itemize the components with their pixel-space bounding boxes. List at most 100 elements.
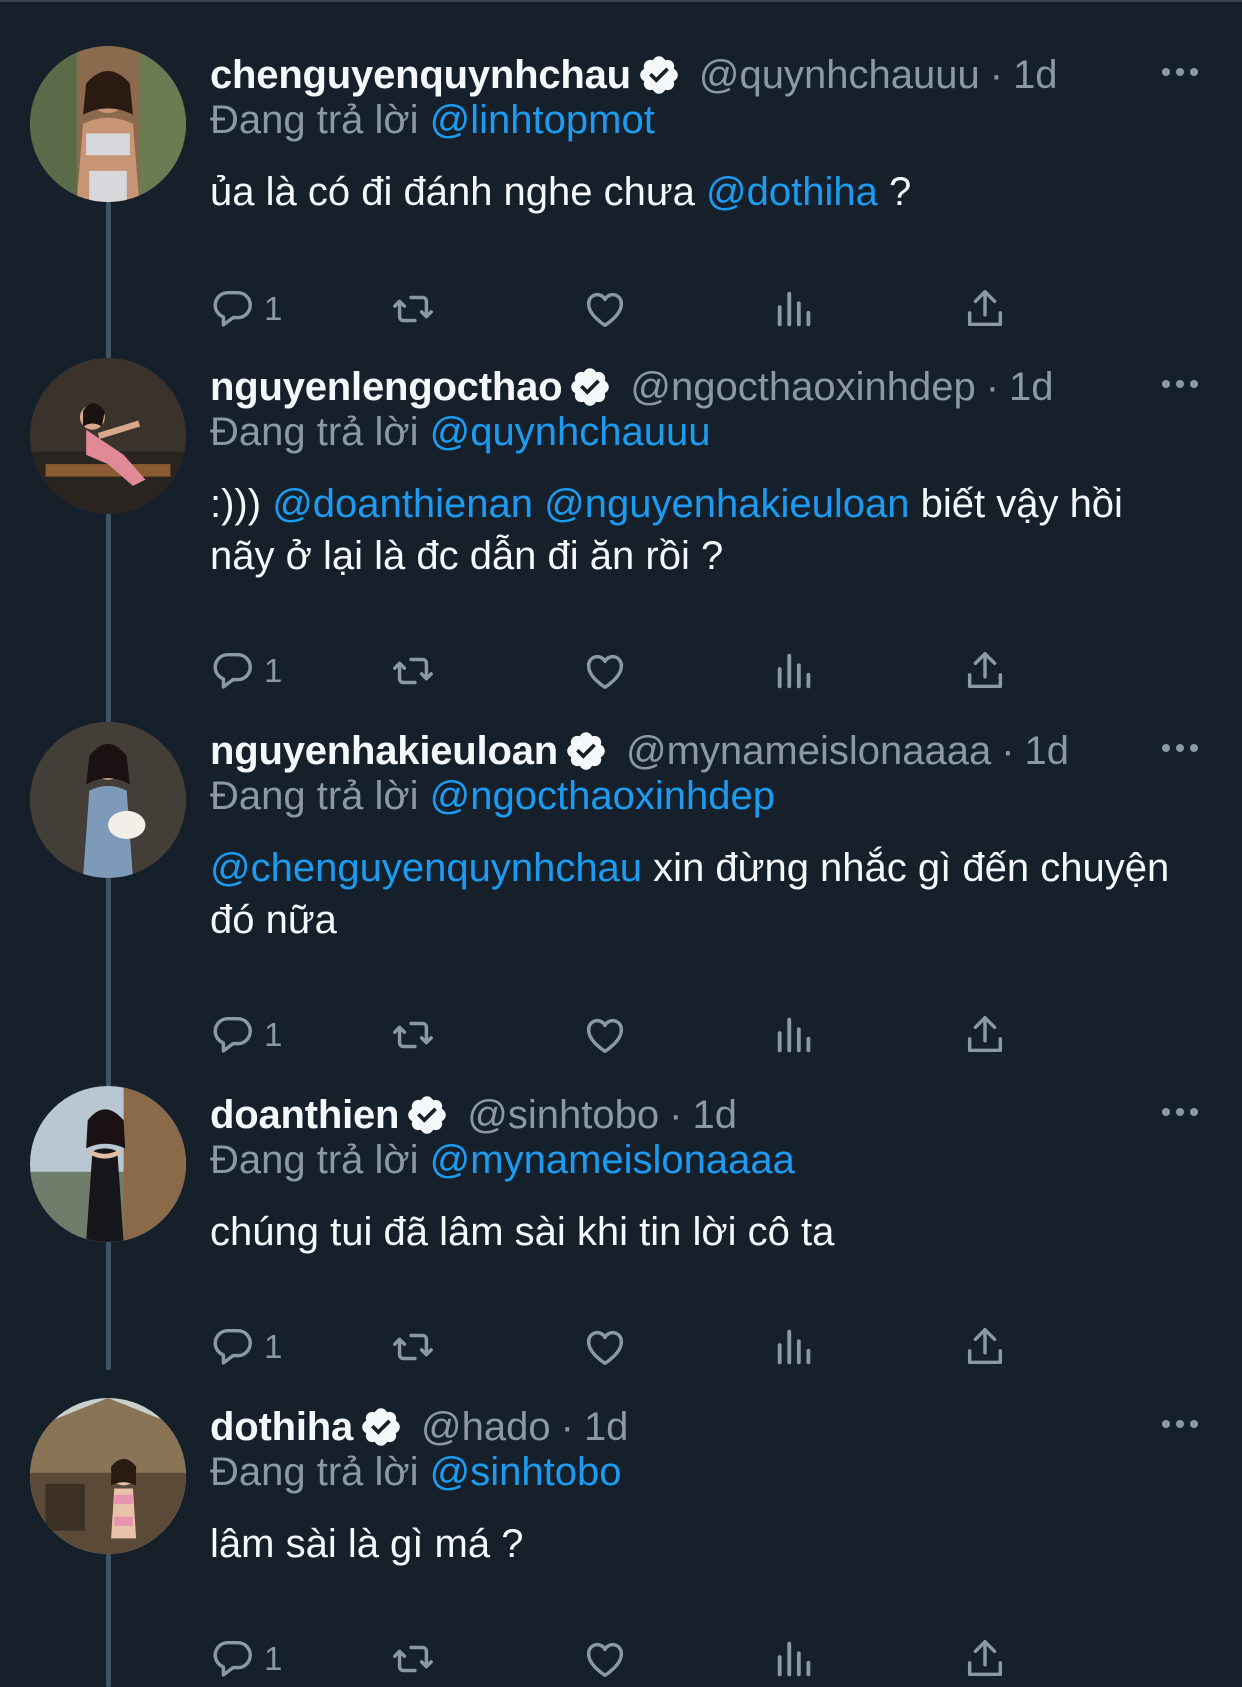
- heart-icon: [582, 286, 628, 332]
- bar-chart-icon: [772, 1324, 818, 1370]
- avatar[interactable]: [30, 358, 186, 514]
- reply-button[interactable]: 1: [210, 1634, 282, 1684]
- mention-link[interactable]: @dothiha: [706, 170, 878, 214]
- share-upload-icon: [962, 1636, 1008, 1682]
- reply-to-mention[interactable]: @mynameislonaaaa: [430, 1138, 795, 1182]
- mention-link[interactable]: @chenguyenquynhchau: [210, 846, 642, 890]
- more-horizontal-icon[interactable]: [1160, 62, 1200, 82]
- reply-bubble-icon: [210, 1012, 256, 1058]
- retweet-button[interactable]: [390, 646, 436, 696]
- tweet-actions: 1: [210, 1634, 1110, 1684]
- timestamp[interactable]: 1d: [584, 1405, 629, 1450]
- replying-to-label: Đang trả lời: [210, 1138, 419, 1182]
- mention-link[interactable]: @nguyenhakieuloan: [544, 482, 909, 526]
- retweet-icon: [390, 1324, 436, 1370]
- reply-to-mention[interactable]: @linhtopmot: [430, 98, 655, 142]
- replying-to: Đang trả lời @linhtopmot: [210, 98, 655, 143]
- display-name[interactable]: dothiha: [210, 1405, 353, 1450]
- verified-badge-icon: [564, 729, 608, 773]
- share-button[interactable]: [962, 1322, 1008, 1372]
- retweet-button[interactable]: [390, 1322, 436, 1372]
- share-upload-icon: [962, 648, 1008, 694]
- timestamp[interactable]: 1d: [692, 1093, 737, 1138]
- tweet-text: :))) @doanthienan @nguyenhakieuloan biết…: [210, 478, 1190, 582]
- user-handle[interactable]: @hado: [421, 1405, 551, 1450]
- views-button[interactable]: [772, 646, 818, 696]
- text-segment: ?: [877, 170, 912, 214]
- bar-chart-icon: [772, 648, 818, 694]
- tweet-actions: 1: [210, 1322, 1110, 1372]
- like-button[interactable]: [582, 284, 628, 334]
- views-button[interactable]: [772, 1322, 818, 1372]
- share-button[interactable]: [962, 1010, 1008, 1060]
- retweet-icon: [390, 1636, 436, 1682]
- display-name[interactable]: nguyenhakieuloan: [210, 729, 558, 774]
- retweet-button[interactable]: [390, 284, 436, 334]
- separator-dot: ·: [989, 52, 1004, 97]
- avatar[interactable]: [30, 722, 186, 878]
- display-name[interactable]: chenguyenquynhchau: [210, 53, 631, 98]
- share-button[interactable]: [962, 1634, 1008, 1684]
- replying-to-label: Đang trả lời: [210, 1450, 419, 1494]
- share-button[interactable]: [962, 284, 1008, 334]
- reply-button[interactable]: 1: [210, 1010, 282, 1060]
- separator-dot: ·: [1001, 728, 1015, 773]
- avatar[interactable]: [30, 1398, 186, 1554]
- views-button[interactable]: [772, 1010, 818, 1060]
- mention-link[interactable]: @doanthienan: [272, 482, 533, 526]
- views-button[interactable]: [772, 1634, 818, 1684]
- reply-button[interactable]: 1: [210, 284, 282, 334]
- reply-to-mention[interactable]: @sinhtobo: [430, 1450, 622, 1494]
- avatar[interactable]: [30, 1086, 186, 1242]
- like-button[interactable]: [582, 646, 628, 696]
- tweet-actions: 1: [210, 1010, 1110, 1060]
- share-upload-icon: [962, 1324, 1008, 1370]
- display-name[interactable]: doanthien: [210, 1093, 399, 1138]
- like-button[interactable]: [582, 1010, 628, 1060]
- views-button[interactable]: [772, 284, 818, 334]
- reply-button[interactable]: 1: [210, 1322, 282, 1372]
- text-segment: [533, 482, 544, 526]
- reply-to-mention[interactable]: @quynhchauuu: [430, 410, 711, 454]
- timestamp[interactable]: 1d: [1013, 53, 1058, 98]
- bar-chart-icon: [772, 286, 818, 332]
- retweet-icon: [390, 1012, 436, 1058]
- reply-bubble-icon: [210, 1636, 256, 1682]
- like-button[interactable]: [582, 1634, 628, 1684]
- user-handle[interactable]: @mynameislonaaaa: [626, 729, 991, 774]
- more-horizontal-icon[interactable]: [1160, 1102, 1200, 1122]
- share-button[interactable]: [962, 646, 1008, 696]
- more-horizontal-icon[interactable]: [1160, 1414, 1200, 1434]
- retweet-icon: [390, 648, 436, 694]
- reply-bubble-icon: [210, 648, 256, 694]
- replying-to-label: Đang trả lời: [210, 774, 419, 818]
- more-horizontal-icon[interactable]: [1160, 374, 1200, 394]
- reply-button[interactable]: 1: [210, 646, 282, 696]
- replying-to-label: Đang trả lời: [210, 98, 419, 142]
- verified-badge-icon: [568, 365, 612, 409]
- retweet-button[interactable]: [390, 1010, 436, 1060]
- heart-icon: [582, 1636, 628, 1682]
- heart-icon: [582, 1012, 628, 1058]
- more-horizontal-icon[interactable]: [1160, 738, 1200, 758]
- user-handle[interactable]: @sinhtobo: [467, 1093, 659, 1138]
- retweet-icon: [390, 286, 436, 332]
- reply-count: 1: [264, 1328, 283, 1365]
- user-handle[interactable]: @quynhchauuu: [699, 53, 980, 98]
- reply-to-mention[interactable]: @ngocthaoxinhdep: [430, 774, 775, 818]
- replying-to-label: Đang trả lời: [210, 410, 419, 454]
- replying-to: Đang trả lời @quynhchauuu: [210, 410, 711, 455]
- tweet-text: ủa là có đi đánh nghe chưa @dothiha ?: [210, 166, 1190, 218]
- timestamp[interactable]: 1d: [1009, 365, 1054, 410]
- timestamp[interactable]: 1d: [1025, 729, 1070, 774]
- display-name[interactable]: nguyenlengocthao: [210, 365, 563, 410]
- reply-count: 1: [264, 290, 283, 327]
- user-handle[interactable]: @ngocthaoxinhdep: [630, 365, 975, 410]
- verified-badge-icon: [637, 53, 681, 97]
- text-segment: chúng tui đã lâm sài khi tin lời cô ta: [210, 1210, 835, 1254]
- avatar[interactable]: [30, 46, 186, 202]
- tweet-text: @chenguyenquynhchau xin đừng nhắc gì đến…: [210, 842, 1190, 946]
- retweet-button[interactable]: [390, 1634, 436, 1684]
- like-button[interactable]: [582, 1322, 628, 1372]
- reply-bubble-icon: [210, 286, 256, 332]
